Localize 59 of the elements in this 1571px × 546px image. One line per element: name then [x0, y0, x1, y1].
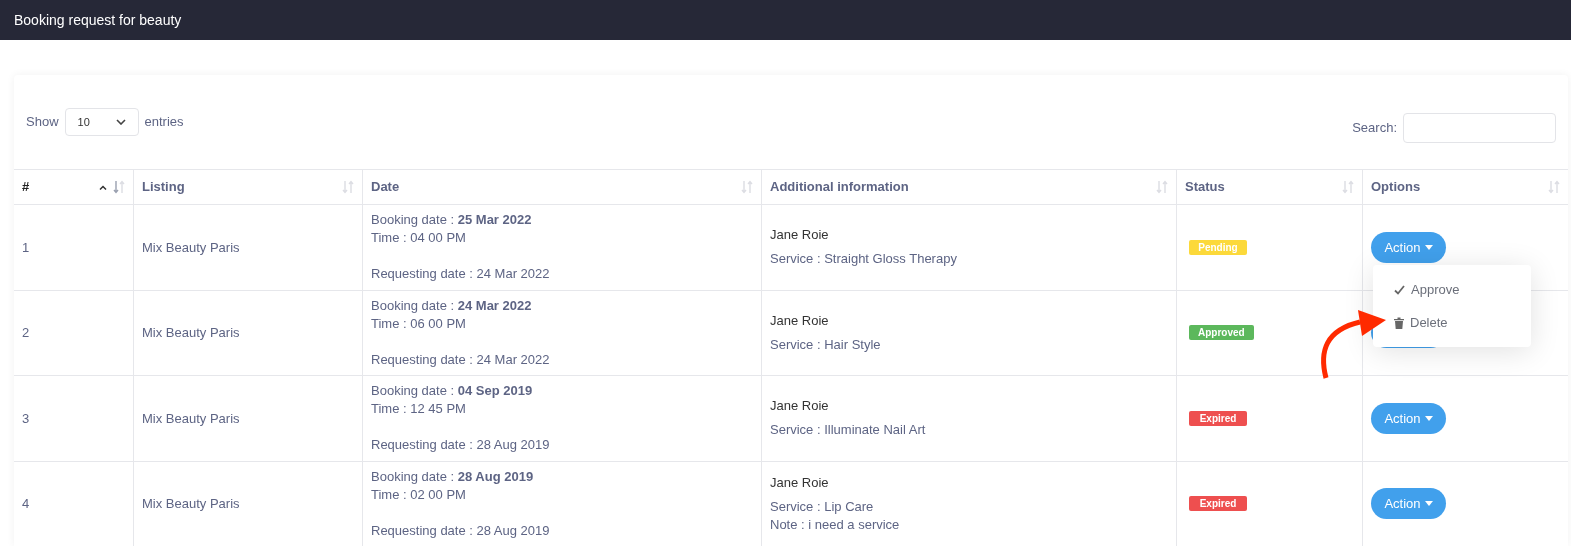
status-badge: Expired	[1189, 410, 1247, 426]
booking-date: Booking date : 04 Sep 2019	[371, 382, 534, 401]
table-cell-text: 4	[22, 495, 30, 513]
booking-detail: Service : Lip Care	[770, 497, 875, 516]
caret-down-icon	[1424, 501, 1433, 507]
sort-icon[interactable]	[113, 180, 125, 194]
column-header[interactable]: #	[14, 170, 133, 204]
booking-time: Time : 06 00 PM	[371, 314, 467, 333]
booking-date: Booking date : 25 Mar 2022	[371, 211, 533, 230]
booking-time: Time : 02 00 PM	[371, 485, 467, 504]
page-title: Booking request for beauty	[14, 10, 182, 30]
check-icon	[1394, 284, 1405, 295]
table-cell-text: 2	[22, 324, 30, 342]
column-header[interactable]: Options	[1362, 170, 1568, 204]
requesting-date: Requesting date : 24 Mar 2022	[371, 350, 551, 369]
trash-icon	[1394, 316, 1404, 329]
menu-item[interactable]: Delete	[1373, 306, 1531, 339]
caret-down-icon	[1424, 415, 1433, 421]
show-label: Show	[26, 113, 59, 132]
sort-icon[interactable]	[342, 180, 354, 194]
requesting-date: Requesting date : 24 Mar 2022	[371, 265, 551, 284]
column-header[interactable]: Status	[1176, 170, 1362, 204]
customer-name: Jane Roie	[770, 226, 830, 245]
chevron-down-icon	[115, 119, 126, 125]
booking-date: Booking date : 24 Mar 2022	[371, 296, 533, 315]
column-header[interactable]: Date	[362, 170, 761, 204]
requesting-date: Requesting date : 28 Aug 2019	[371, 521, 551, 540]
table-cell-text: Mix Beauty Paris	[142, 238, 240, 257]
status-badge: Pending	[1189, 239, 1247, 255]
entries-label: entries	[144, 113, 184, 132]
sort-icon[interactable]	[741, 180, 753, 194]
booking-detail: Service : Straight Gloss Therapy	[770, 250, 958, 269]
table-cell-text: 1	[22, 238, 30, 257]
booking-time: Time : 04 00 PM	[371, 229, 467, 248]
customer-name: Jane Roie	[770, 397, 830, 416]
caret-down-icon	[1424, 244, 1433, 250]
customer-name: Jane Roie	[770, 311, 830, 330]
sort-icon[interactable]	[1156, 180, 1168, 194]
entries-select[interactable]: 10	[64, 108, 139, 136]
status-badge: Expired	[1189, 496, 1247, 512]
table-cell-text: Mix Beauty Paris	[142, 324, 240, 342]
search-label: Search:	[1352, 119, 1397, 138]
column-header[interactable]: Additional information	[761, 170, 1176, 204]
sort-icon[interactable]	[1548, 180, 1560, 194]
booking-detail: Service : Hair Style	[770, 335, 882, 354]
booking-time: Time : 12 45 PM	[371, 400, 467, 419]
search-field[interactable]	[1403, 113, 1556, 143]
customer-name: Jane Roie	[770, 473, 830, 492]
column-header[interactable]: Listing	[133, 170, 362, 204]
table-cell-text: Mix Beauty Paris	[142, 409, 240, 428]
table-cell-text: Mix Beauty Paris	[142, 495, 240, 513]
status-badge: Approved	[1189, 325, 1254, 341]
booking-detail: Service : Illuminate Nail Art	[770, 421, 927, 440]
booking-detail: Note : i need a service	[770, 515, 901, 534]
requesting-date: Requesting date : 28 Aug 2019	[371, 436, 551, 455]
table-cell-text: 3	[22, 409, 30, 428]
sort-icon[interactable]	[1342, 180, 1354, 194]
menu-item[interactable]: Approve	[1373, 273, 1531, 306]
booking-date: Booking date : 28 Aug 2019	[371, 467, 535, 486]
